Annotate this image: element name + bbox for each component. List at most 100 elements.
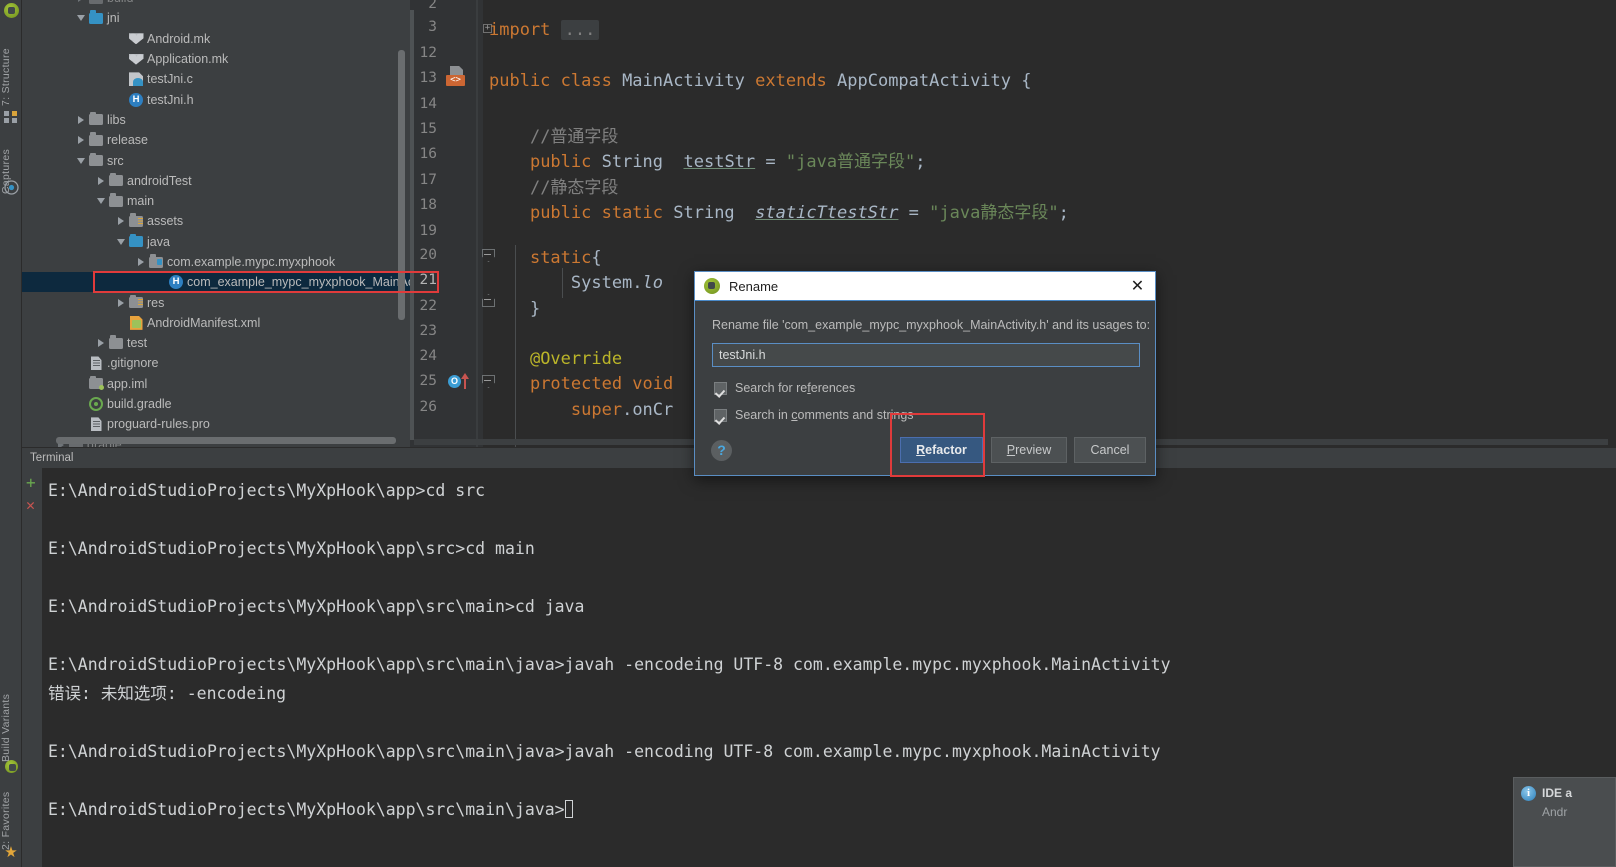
rename-dialog[interactable]: Rename ✕ Rename file 'com_example_mypc_m… <box>694 271 1156 476</box>
tree-horizontal-scrollbar[interactable] <box>56 437 396 444</box>
tree-item-res[interactable]: res <box>22 292 410 312</box>
tree-item-app-iml[interactable]: app.iml <box>22 374 410 394</box>
tree-item-src[interactable]: src <box>22 150 410 170</box>
project-tree-panel[interactable]: build jni Android.mk Application.mk testJni.… <box>22 0 410 447</box>
tree-item-android-mk[interactable]: Android.mk <box>22 29 410 49</box>
tree-item-build-gradle[interactable]: build.gradle <box>22 394 410 414</box>
code-line-24[interactable]: @Override <box>489 349 622 369</box>
terminal-line: E:\AndroidStudioProjects\MyXpHook\app\sr… <box>48 597 585 616</box>
chevron-collapsed-icon[interactable] <box>74 130 87 150</box>
tree-item-main[interactable]: main <box>22 191 410 211</box>
code-line-18[interactable]: public static String staticTtestStr = "j… <box>489 198 1069 223</box>
tree-item-proguard-rules-pro[interactable]: proguard-rules.pro <box>22 414 410 434</box>
checkbox-search-for-references[interactable]: Search for references <box>714 381 855 395</box>
star-icon[interactable]: ★ <box>3 845 19 861</box>
android-icon-bottom[interactable] <box>3 760 19 776</box>
chevron-collapsed-icon[interactable] <box>94 333 107 353</box>
tree-item-jni[interactable]: jni <box>22 8 410 28</box>
cancel-button[interactable]: Cancel <box>1074 437 1146 463</box>
code-line-13[interactable]: public class MainActivity extends AppCom… <box>489 71 1031 91</box>
line-number: 12 <box>419 45 437 61</box>
tree-item-application-mk[interactable]: Application.mk <box>22 49 410 69</box>
tool-tab-favorites[interactable]: 2: Favorites <box>0 782 22 850</box>
folder-icon <box>107 335 125 349</box>
dialog-title-bar: Rename ✕ <box>695 272 1155 301</box>
folder-icon <box>107 193 125 207</box>
tree-item-label: jni <box>107 11 120 26</box>
code-line-16[interactable]: public String testStr = "java普通字段"; <box>489 147 926 172</box>
tree-item-java[interactable]: java <box>22 232 410 252</box>
chevron-expanded-icon[interactable] <box>94 191 107 211</box>
class-structure-gutter-icon[interactable]: <> <box>446 66 467 87</box>
chevron-expanded-icon[interactable] <box>114 232 127 252</box>
preview-button[interactable]: Preview <box>991 437 1067 463</box>
rename-input[interactable] <box>712 343 1140 367</box>
code-line-17[interactable]: //静态字段 <box>489 173 618 198</box>
tree-vertical-scrollbar[interactable] <box>398 50 405 320</box>
checkbox-box[interactable] <box>714 408 727 422</box>
tree-item-com-example-mypc-myxphook[interactable]: com.example.mypc.myxphook <box>22 252 410 272</box>
h-file-icon: H <box>167 275 185 290</box>
tool-tab-build-variants[interactable]: Build Variants <box>0 662 22 762</box>
line-number: 21 <box>419 272 437 288</box>
tree-item-label: libs <box>107 112 126 127</box>
tree-item--gitignore[interactable]: .gitignore <box>22 353 410 373</box>
close-x-icon[interactable]: ✕ <box>26 498 35 513</box>
tree-item-test[interactable]: test <box>22 333 410 353</box>
ide-notification-balloon[interactable]: i IDE a Andr <box>1513 777 1616 867</box>
notification-title: IDE a <box>1542 786 1573 800</box>
android-icon[interactable] <box>3 3 19 19</box>
code-line-22[interactable]: } <box>489 299 540 319</box>
tool-tab-structure[interactable]: 7: Structure <box>0 28 22 106</box>
line-number: 17 <box>419 172 437 188</box>
terminal-tool-window[interactable]: + ✕ E:\AndroidStudioProjects\MyXpHook\ap… <box>22 468 1616 867</box>
tree-item-release[interactable]: release <box>22 130 410 150</box>
chevron-expanded-icon[interactable] <box>74 8 87 28</box>
help-icon[interactable]: ? <box>711 440 732 461</box>
tree-item-libs[interactable]: libs <box>22 110 410 130</box>
folder-blue-icon <box>87 10 105 24</box>
chevron-collapsed-icon[interactable] <box>74 110 87 130</box>
tree-item-build[interactable]: build <box>22 0 410 8</box>
checkbox-search-in-comments-and-strings[interactable]: Search in comments and strings <box>714 408 914 422</box>
terminal-caret <box>564 800 573 818</box>
tree-item-label: res <box>147 295 165 310</box>
chevron-expanded-icon[interactable] <box>74 151 87 171</box>
code-line-26[interactable]: super.onCr <box>489 400 673 420</box>
plus-icon[interactable]: + <box>26 475 36 491</box>
code-line-20[interactable]: static{ <box>489 248 602 268</box>
code-line-15[interactable]: //普通字段 <box>489 122 618 147</box>
tree-item-assets[interactable]: assets <box>22 211 410 231</box>
chevron-collapsed-icon[interactable] <box>74 0 87 8</box>
chevron-collapsed-icon[interactable] <box>114 293 127 313</box>
refactor-button[interactable]: Refactor <box>900 437 983 463</box>
structure-icon[interactable] <box>3 110 19 126</box>
tab-terminal[interactable]: Terminal <box>22 451 81 465</box>
rename-prompt-label: Rename file 'com_example_mypc_myxphook_M… <box>712 318 1151 332</box>
tree-item-androidmanifest-xml[interactable]: AndroidManifest.xml <box>22 313 410 333</box>
tree-item-androidtest[interactable]: androidTest <box>22 171 410 191</box>
tree-item-testjni-c[interactable]: testJni.c <box>22 69 410 89</box>
tree-item-testjni-h[interactable]: HtestJni.h <box>22 89 410 109</box>
tree-item-label: AndroidManifest.xml <box>147 315 261 330</box>
tree-item-com-example-mypc-myxphook-mainactivity-h[interactable]: Hcom_example_mypc_myxphook_MainActivity.… <box>22 272 410 293</box>
chevron-collapsed-icon[interactable] <box>114 211 127 231</box>
code-line-25[interactable]: protected void <box>489 374 673 394</box>
gradle-file-icon <box>87 397 105 412</box>
code-line-21[interactable]: System.lo <box>489 273 663 293</box>
close-icon[interactable]: ✕ <box>1128 277 1147 296</box>
code-line-3[interactable]: import ... <box>489 20 600 40</box>
checkbox-box[interactable] <box>714 381 727 395</box>
folder-icon <box>87 0 105 4</box>
tree-item-label: testJni.c <box>147 72 193 87</box>
chevron-collapsed-icon[interactable] <box>94 171 107 191</box>
folder-icon <box>87 152 105 167</box>
captures-icon[interactable] <box>3 180 19 196</box>
dialog-title: Rename <box>729 278 779 294</box>
override-method-gutter-icon[interactable]: O <box>448 373 472 391</box>
chevron-collapsed-icon[interactable] <box>134 252 147 272</box>
line-number: 25 <box>419 373 437 389</box>
